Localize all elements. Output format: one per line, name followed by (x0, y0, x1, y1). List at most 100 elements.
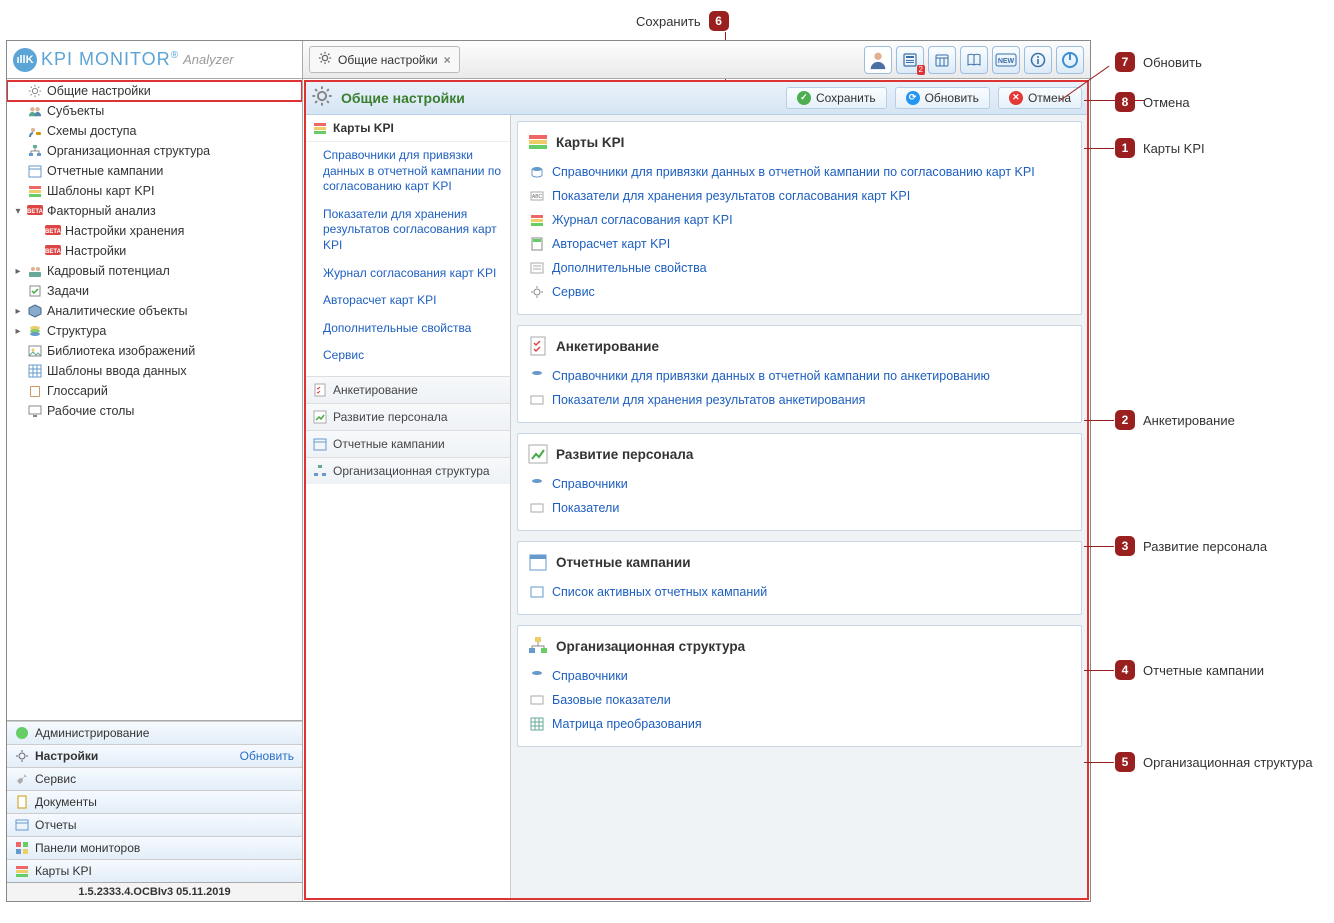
panel-link[interactable]: Дополнительные свойства (528, 256, 1071, 280)
panel-link[interactable]: Авторасчет карт KPI (528, 232, 1071, 256)
gear-icon (311, 85, 333, 110)
bnav-monitors[interactable]: Панели мониторов (7, 836, 302, 859)
cards-icon (27, 183, 43, 199)
tree-subjects[interactable]: Субъекты (7, 101, 302, 121)
np-link[interactable]: Авторасчет карт KPI (305, 287, 510, 315)
expand-icon[interactable]: ▸ (13, 326, 23, 337)
tree-analytic-objects[interactable]: ▸Аналитические объекты (7, 301, 302, 321)
panel-link[interactable]: Справочники (528, 472, 1071, 496)
status-bar: 1.5.2333.4.OCBIv3 05.11.2019 (7, 882, 302, 901)
tree-structure[interactable]: ▸Структура (7, 321, 302, 341)
beta-icon: BETA (45, 243, 61, 259)
tree-report-campaigns[interactable]: Отчетные кампании (7, 161, 302, 181)
main-area: Общие настройки ✓Сохранить ⟳Обновить ✕От… (305, 81, 1088, 899)
svg-text:ABC: ABC (532, 194, 543, 200)
svg-text:NEW: NEW (998, 58, 1015, 65)
bnav-label: Карты KPI (35, 864, 92, 878)
np-link[interactable]: Показатели для хранения результатов согл… (305, 201, 510, 260)
panel-link[interactable]: ABCПоказатели для хранения результатов с… (528, 184, 1071, 208)
book-button[interactable] (960, 46, 988, 74)
org-icon (528, 636, 548, 656)
tree-hr-potential[interactable]: ▸ Кадровый потенциал (7, 261, 302, 281)
panel-link[interactable]: Матрица преобразования (528, 712, 1071, 736)
np-label: Анкетирование (333, 383, 418, 397)
panel-link[interactable]: Показатели (528, 496, 1071, 520)
app-window: ıllK KPI MONITOR® Analyzer Общие настрой… (6, 40, 1091, 902)
callout-6: Сохранить 6 (636, 11, 729, 31)
avatar-button[interactable] (864, 46, 892, 74)
abc-icon: ABC (530, 189, 544, 203)
bnav-service[interactable]: Сервис (7, 767, 302, 790)
save-button[interactable]: ✓Сохранить (786, 87, 887, 109)
org-icon (313, 464, 327, 478)
new-button[interactable]: NEW (992, 46, 1020, 74)
tree-dashboards[interactable]: Рабочие столы (7, 401, 302, 421)
callout-1: 1Карты KPI (1115, 138, 1205, 158)
table-icon (15, 818, 29, 832)
refresh-button[interactable]: ⟳Обновить (895, 87, 990, 109)
bnav-settings[interactable]: НастройкиОбновить (7, 744, 302, 767)
panel-link[interactable]: Показатели для хранения результатов анке… (528, 388, 1071, 412)
bnav-documents[interactable]: Документы (7, 790, 302, 813)
tree-input-templates[interactable]: Шаблоны ввода данных (7, 361, 302, 381)
bnav-admin[interactable]: Администрирование (7, 721, 302, 744)
lead-line (1084, 546, 1114, 547)
tree-factor-storage[interactable]: BETAНастройки хранения (7, 221, 302, 241)
bnav-refresh-link[interactable]: Обновить (240, 749, 294, 763)
tree-glossary[interactable]: Глоссарий (7, 381, 302, 401)
power-button[interactable] (1056, 46, 1084, 74)
desktop-icon (27, 403, 43, 419)
cancel-button[interactable]: ✕Отмена (998, 87, 1082, 109)
abc-icon (530, 501, 544, 515)
tree-org-structure[interactable]: Организационная структура (7, 141, 302, 161)
tree-factor-settings[interactable]: BETAНастройки (7, 241, 302, 261)
np-link[interactable]: Справочники для привязки данных в отчетн… (305, 142, 510, 201)
panel-link[interactable]: Базовые показатели (528, 688, 1071, 712)
panel-link[interactable]: Справочники (528, 664, 1071, 688)
calendar-button[interactable] (928, 46, 956, 74)
np-cat-reports[interactable]: Отчетные кампании (305, 430, 510, 457)
np-link[interactable]: Дополнительные свойства (305, 315, 510, 343)
expand-icon[interactable]: ▸ (13, 266, 23, 277)
panel-link[interactable]: Список активных отчетных кампаний (528, 580, 1071, 604)
np-cat-org[interactable]: Организационная структура (305, 457, 510, 484)
panel-link[interactable]: Журнал согласования карт KPI (528, 208, 1071, 232)
expand-icon[interactable]: ▾ (13, 206, 23, 217)
svg-text:BETA: BETA (27, 209, 43, 215)
np-cat-staff[interactable]: Развитие персонала (305, 403, 510, 430)
callout-label: Отмена (1143, 95, 1190, 110)
beta-icon: BETA (45, 223, 61, 239)
tree-factor-analysis[interactable]: ▾BETAФакторный анализ (7, 201, 302, 221)
page-title: Общие настройки (341, 90, 465, 106)
panel-link[interactable]: Справочники для привязки данных в отчетн… (528, 364, 1071, 388)
callout-label: Карты KPI (1143, 141, 1205, 156)
np-link[interactable]: Журнал согласования карт KPI (305, 260, 510, 288)
tree-kpi-templates[interactable]: Шаблоны карт KPI (7, 181, 302, 201)
np-link[interactable]: Сервис (305, 342, 510, 370)
bnav-reports[interactable]: Отчеты (7, 813, 302, 836)
tree-label: Кадровый потенциал (47, 264, 170, 278)
tree-general-settings[interactable]: Общие настройки (7, 81, 302, 101)
bnav-kpi-cards[interactable]: Карты KPI (7, 859, 302, 882)
tree-tasks[interactable]: Задачи (7, 281, 302, 301)
tree-image-library[interactable]: Библиотека изображений (7, 341, 302, 361)
tree-label: Отчетные кампании (47, 164, 163, 178)
panel-title: Организационная структура (556, 639, 745, 654)
matrix-icon (530, 717, 544, 731)
notifications-button[interactable]: 2 (896, 46, 924, 74)
close-icon[interactable]: × (444, 53, 451, 67)
checklist-icon (528, 336, 548, 356)
tree-access-schemes[interactable]: Схемы доступа (7, 121, 302, 141)
panel-link[interactable]: Сервис (528, 280, 1071, 304)
tab-general-settings[interactable]: Общие настройки × (309, 46, 460, 73)
main-body: Карты KPI Справочники для привязки данны… (305, 115, 1088, 899)
panel-kpi: Карты KPI Справочники для привязки данны… (517, 121, 1082, 315)
svg-text:BETA: BETA (45, 229, 61, 235)
np-label: Развитие персонала (333, 410, 448, 424)
np-kpi-title[interactable]: Карты KPI (305, 115, 510, 142)
info-button[interactable] (1024, 46, 1052, 74)
close-icon: ✕ (1009, 91, 1023, 105)
expand-icon[interactable]: ▸ (13, 306, 23, 317)
np-cat-anket[interactable]: Анкетирование (305, 376, 510, 403)
panel-link[interactable]: Справочники для привязки данных в отчетн… (528, 160, 1071, 184)
